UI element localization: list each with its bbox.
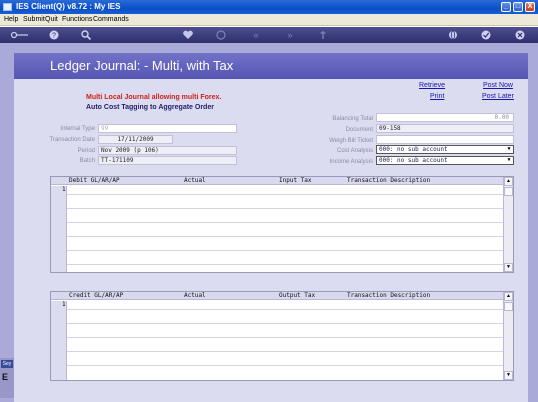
back-icon[interactable]: « [250, 29, 262, 41]
help-icon[interactable]: ? [48, 29, 60, 41]
debit-grid-header: Debit GL/AR/AP Actual Input Tax Transact… [51, 177, 503, 185]
credit-grid-header: Credit GL/AR/AP Actual Output Tax Transa… [51, 292, 503, 300]
cost-tagging-note: Auto Cost Tagging to Aggregate Order [86, 104, 214, 111]
side-tab-label: Sey [1, 360, 13, 368]
income-analysis-value: 000: no sub account [379, 157, 448, 164]
batch-label: Batch [79, 158, 95, 164]
col-output-tax[interactable]: Output Tax [279, 292, 315, 300]
close-icon[interactable] [514, 29, 526, 41]
scroll-thumb[interactable] [504, 187, 513, 196]
history-icon[interactable] [215, 29, 227, 41]
weigh-bill-ticket-field[interactable] [376, 135, 514, 144]
transaction-date-field[interactable]: 17/11/2009 [98, 135, 173, 144]
post-later-link[interactable]: Post Later [482, 93, 514, 100]
journal-note: Multi Local Journal allowing multi Forex… [86, 94, 222, 101]
pin-icon[interactable] [317, 29, 329, 41]
scroll-up-icon[interactable]: ▲ [504, 177, 513, 186]
app-icon [3, 3, 12, 11]
debit-row-number: 1 [62, 186, 66, 193]
check-icon[interactable] [480, 29, 492, 41]
credit-row-numbers: 1 [51, 301, 67, 380]
credit-row-number: 1 [62, 301, 66, 308]
income-analysis-select[interactable]: 000: no sub account ▼ [376, 156, 514, 165]
side-tab-letter: E [2, 372, 9, 382]
toolbar: ? « » [0, 27, 538, 43]
menu-bar: Help Submit Quit Functions Commands [0, 14, 538, 26]
col-input-tax[interactable]: Input Tax [279, 177, 312, 185]
credit-grid[interactable]: Credit GL/AR/AP Actual Output Tax Transa… [50, 291, 514, 381]
balancing-total-field: 0.00 [376, 113, 514, 122]
col-actual[interactable]: Actual [184, 292, 206, 300]
scroll-down-icon[interactable]: ▼ [504, 371, 513, 380]
scroll-down-icon[interactable]: ▼ [504, 263, 513, 272]
debit-grid-scrollbar[interactable]: ▲ ▼ [503, 177, 513, 272]
scroll-up-icon[interactable]: ▲ [504, 292, 513, 301]
document-label: Document [345, 127, 373, 133]
transaction-date-label: Transaction Date [49, 137, 95, 143]
menu-functions[interactable]: Functions [62, 16, 92, 23]
minimize-button[interactable]: _ [501, 2, 511, 12]
cost-analysis-select[interactable]: 000: no sub account ▼ [376, 145, 514, 154]
col-credit-gl[interactable]: Credit GL/AR/AP [69, 292, 123, 300]
cost-analysis-value: 000: no sub account [379, 146, 448, 153]
batch-field[interactable]: TT-171109 [98, 156, 237, 165]
income-analysis-label: Income Analysis [329, 159, 373, 165]
menu-help[interactable]: Help [4, 16, 18, 23]
menu-quit[interactable]: Quit [45, 16, 58, 23]
period-label: Period [77, 148, 95, 154]
search-icon[interactable] [80, 29, 92, 41]
chevron-down-icon[interactable]: ▼ [505, 157, 513, 164]
internal-type-field[interactable]: 99 [98, 124, 237, 133]
period-field[interactable]: Nov 2009 (p 106) [98, 146, 237, 155]
menu-commands[interactable]: Commands [93, 16, 129, 23]
side-tab[interactable]: Sey E [0, 358, 14, 398]
menu-submit[interactable]: Submit [23, 16, 45, 23]
svg-text:?: ? [52, 33, 56, 40]
col-transaction-description[interactable]: Transaction Description [347, 292, 430, 300]
scroll-thumb[interactable] [504, 302, 513, 311]
window-title-bar: IES Client(Q) v8.72 : My IES _ □ X [0, 0, 538, 14]
col-actual[interactable]: Actual [184, 177, 206, 185]
weigh-bill-ticket-label: Weigh Bill Ticket [329, 138, 373, 144]
forward-icon[interactable]: » [284, 29, 296, 41]
document-field[interactable]: 09-158 [376, 124, 514, 133]
debit-row-numbers: 1 [51, 186, 67, 272]
print-link[interactable]: Print [430, 93, 444, 100]
debit-grid[interactable]: Debit GL/AR/AP Actual Input Tax Transact… [50, 176, 514, 273]
col-transaction-description[interactable]: Transaction Description [347, 177, 430, 185]
page-header: Ledger Journal: - Multi, with Tax [14, 53, 528, 79]
chevron-down-icon[interactable]: ▼ [505, 146, 513, 153]
cost-analysis-label: Cost Analysis [336, 148, 373, 154]
retrieve-link[interactable]: Retrieve [419, 82, 445, 89]
close-window-button[interactable]: X [525, 2, 535, 12]
key-icon[interactable] [10, 29, 30, 41]
window-title: IES Client(Q) v8.72 : My IES [16, 2, 121, 11]
page-title: Ledger Journal: - Multi, with Tax [50, 58, 234, 73]
col-debit-gl[interactable]: Debit GL/AR/AP [69, 177, 120, 185]
post-now-link[interactable]: Post Now [483, 82, 513, 89]
globe-icon[interactable] [447, 29, 459, 41]
internal-type-label: Internal Type [60, 126, 95, 132]
credit-grid-scrollbar[interactable]: ▲ ▼ [503, 292, 513, 380]
maximize-button[interactable]: □ [513, 2, 523, 12]
balancing-total-label: Balancing Total [332, 116, 373, 122]
heart-icon[interactable] [182, 29, 194, 41]
